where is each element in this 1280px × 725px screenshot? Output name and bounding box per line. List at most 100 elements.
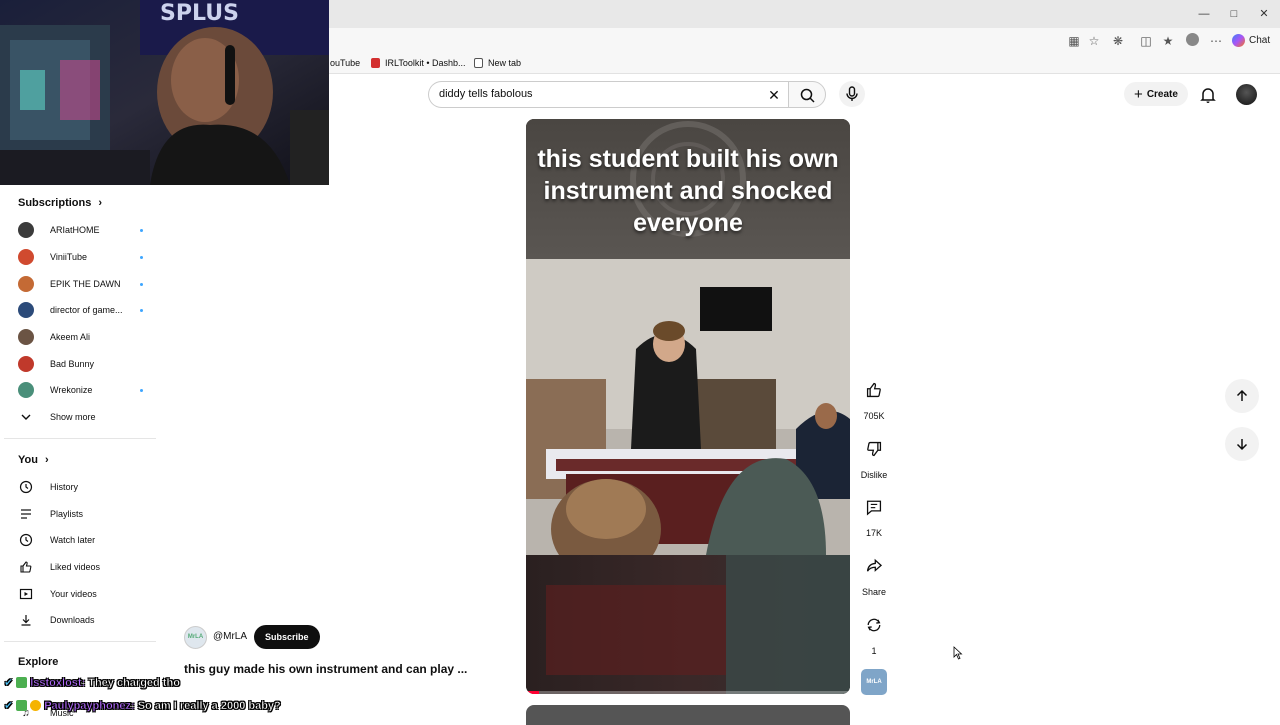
close-window-icon[interactable]: ✕ [1254, 6, 1274, 22]
channel-avatar [18, 276, 34, 292]
chat-username: lsstoxlost: [30, 676, 86, 689]
explore-heading: Explore [18, 656, 58, 668]
sound-thumbnail[interactable]: MrLA [861, 669, 887, 695]
sidebar-item-label: Downloads [50, 615, 95, 625]
video-progress-bar[interactable] [526, 691, 850, 694]
bookmark-youtube[interactable]: ouTube [330, 58, 360, 68]
subscription-name: ARIatHOME [50, 225, 100, 235]
thumbs-up-icon [18, 559, 34, 575]
channel-avatar [18, 302, 34, 318]
sidebar-item-subscription[interactable]: ARIatHOME [18, 220, 143, 240]
app-icon[interactable]: ▦ [1066, 33, 1082, 49]
video-caption: this student built his own instrument an… [537, 145, 839, 237]
dislike-label: Dislike [860, 470, 888, 480]
check-badge-icon: ✔ [4, 700, 14, 712]
svg-text:SPLUS: SPLUS [160, 1, 239, 26]
bookmark-new-tab[interactable]: New tab [474, 58, 521, 68]
channel-avatar [18, 356, 34, 372]
profile-icon[interactable] [1184, 33, 1200, 49]
next-short-button[interactable] [1225, 427, 1259, 461]
explore-label: Explore [18, 656, 59, 668]
subscribe-button[interactable]: Subscribe [254, 625, 320, 649]
subscription-name: Bad Bunny [50, 359, 95, 369]
chat-label: Chat [1249, 34, 1271, 46]
comment-icon [857, 490, 891, 524]
search-input[interactable]: diddy tells fabolous [428, 81, 788, 108]
clear-search-icon[interactable]: ✕ [765, 86, 783, 104]
minimize-icon[interactable]: — [1194, 6, 1214, 22]
sidebar-item-label: Watch later [50, 535, 96, 545]
dislike-button[interactable]: Dislike [856, 432, 892, 480]
sidebar-item-history[interactable]: History [18, 477, 78, 497]
page-icon [474, 58, 483, 68]
favorite-star-icon[interactable]: ☆ [1086, 33, 1102, 49]
plus-icon: + [1134, 85, 1143, 103]
maximize-icon[interactable]: □ [1224, 6, 1244, 22]
sidebar-item-playlists[interactable]: Playlists [18, 504, 83, 524]
sidebar-item-liked-videos[interactable]: Liked videos [18, 557, 100, 577]
channel-name[interactable]: @MrLA [213, 631, 247, 642]
you-heading[interactable]: You › [18, 454, 49, 466]
more-menu-icon[interactable]: ⋯ [1208, 33, 1224, 49]
streamer-webcam: SPLUS [0, 0, 329, 185]
favorites-icon[interactable]: ★ [1160, 33, 1176, 49]
new-content-dot [140, 255, 143, 259]
subscriptions-heading[interactable]: Subscriptions › [18, 197, 102, 209]
thumbs-down-icon [857, 432, 891, 466]
history-icon [18, 479, 34, 495]
bookmark-label: New tab [488, 58, 522, 68]
sidebar-item-subscription[interactable]: Akeem Ali [18, 327, 143, 347]
sidebar-item-subscription[interactable]: director of game... [18, 300, 143, 320]
sidebar-item-label: Playlists [50, 509, 84, 519]
sidebar-item-label: History [50, 482, 79, 492]
playlists-icon [18, 506, 34, 522]
comment-count: 17K [865, 528, 882, 538]
create-label: Create [1146, 88, 1178, 100]
new-content-dot [140, 308, 143, 312]
video-caption-area: this student built his own instrument an… [526, 119, 850, 259]
like-button[interactable]: 705K [856, 373, 892, 421]
sidebar-item-subscription[interactable]: EPIK THE DAWN [18, 274, 143, 294]
show-more-button[interactable]: Show more [18, 407, 96, 427]
remix-count: 1 [871, 646, 877, 656]
chat-username: Paulypayphonez: [44, 699, 135, 712]
chevron-down-icon [18, 409, 34, 425]
sidebar-item-watch-later[interactable]: Watch later [18, 530, 95, 550]
chevron-right-icon: › [98, 197, 103, 209]
sidebar-item-subscription[interactable]: ViniiTube [18, 247, 143, 267]
bits-badge-icon [30, 700, 42, 711]
thumbs-up-icon [857, 373, 891, 407]
new-content-dot [140, 228, 143, 232]
create-button[interactable]: + Create [1124, 82, 1188, 106]
video-blurred-frame [526, 555, 850, 694]
remix-icon [857, 608, 891, 642]
check-badge-icon: ✔ [4, 677, 14, 689]
sidebar-item-subscription[interactable]: Wrekonize [18, 380, 143, 400]
previous-short-button[interactable] [1225, 379, 1259, 413]
subscription-name: director of game... [50, 305, 123, 315]
share-button[interactable]: Share [856, 549, 892, 597]
voice-search-button[interactable] [839, 81, 865, 107]
sidebar-divider [4, 641, 156, 642]
bell-icon [1200, 88, 1216, 103]
sidebar-item-downloads[interactable]: Downloads [18, 610, 95, 630]
extensions-icon[interactable]: ❋ [1110, 33, 1126, 49]
account-avatar[interactable] [1236, 84, 1257, 105]
share-icon [857, 549, 891, 583]
video-title[interactable]: this guy made his own instrument and can… [184, 662, 484, 676]
search-button[interactable] [788, 81, 826, 108]
next-short-preview[interactable] [526, 705, 850, 725]
channel-avatar[interactable]: MrLA [184, 626, 207, 649]
sidebar-item-your-videos[interactable]: Your videos [18, 584, 97, 604]
bookmark-irltoolkit[interactable]: IRLToolkit • Dashb... [371, 58, 466, 68]
short-video-player[interactable]: this student built his own instrument an… [526, 119, 850, 694]
chat-text: They charged tho [88, 676, 180, 689]
channel-avatar [18, 329, 34, 345]
comments-button[interactable]: 17K [856, 490, 892, 538]
split-screen-icon[interactable]: ◫ [1138, 33, 1154, 49]
copilot-chat-button[interactable]: Chat [1232, 31, 1270, 49]
sidebar-item-subscription[interactable]: Bad Bunny [18, 354, 143, 374]
remix-button[interactable]: 1 [856, 608, 892, 656]
notifications-button[interactable] [1198, 85, 1218, 105]
subscriptions-label: Subscriptions [18, 197, 92, 209]
